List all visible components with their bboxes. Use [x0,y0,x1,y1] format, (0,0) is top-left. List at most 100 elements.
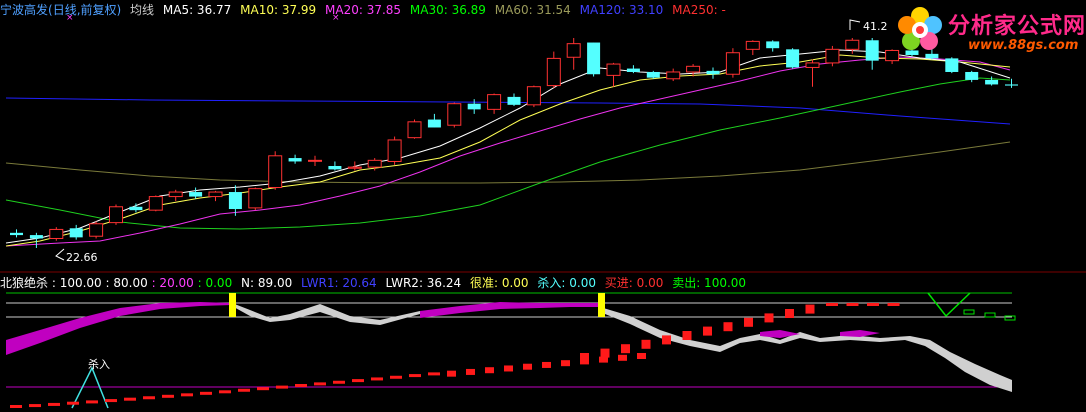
low-price-label: 22.66 [66,251,98,264]
trend-step [542,361,551,368]
kline-chart[interactable] [0,0,1086,412]
legend-marker: × [332,13,340,23]
candle-up[interactable] [606,63,621,76]
logo-url: www.88gs.com [968,38,1079,53]
sharu-value: 杀入: 0.00 [537,276,596,290]
ma20-line [5,56,1011,247]
trend-step [846,303,859,306]
candle-down[interactable] [646,71,660,78]
candle-down[interactable] [189,192,203,197]
trend-step [805,304,815,314]
candle-up[interactable] [407,121,422,139]
signal-bar [229,293,236,317]
level-100: : 100.00 [51,276,102,290]
indicator-panel [6,292,1016,409]
candle-up[interactable] [666,71,681,80]
candle-up[interactable] [487,94,502,110]
trend-step [219,390,231,394]
trend-step [86,400,98,404]
candle-up[interactable] [148,196,163,211]
candle-down[interactable] [766,41,780,49]
candle-down[interactable] [467,103,481,110]
ma5-line [5,49,1011,244]
candle-down[interactable] [587,42,601,75]
candle-down[interactable] [865,40,879,61]
trend-step [637,353,646,359]
trend-step [67,401,79,405]
candle-up[interactable] [825,48,840,64]
exit-steps [963,309,1016,321]
candle-down[interactable] [228,192,242,210]
candle-up[interactable] [725,52,740,75]
signal-bar [598,293,605,317]
candle-up[interactable] [805,62,820,68]
candle-up[interactable] [367,159,382,168]
candle-up[interactable] [268,155,283,189]
indicator-name: 均线 [130,3,155,17]
candle-up[interactable] [387,139,402,162]
candle-up[interactable] [546,57,561,87]
trend-steps [10,303,900,408]
candle-up[interactable] [526,86,541,106]
trend-step [124,397,136,401]
candle-up[interactable] [347,166,362,169]
candle-up[interactable] [109,206,123,224]
candle-down[interactable] [786,49,800,68]
candle-down[interactable] [10,232,23,236]
trend-step [276,385,288,389]
ma10-label: MA10: 37.99 [240,3,317,17]
candle-down[interactable] [129,206,143,211]
trend-step [523,363,532,370]
ma60-label: MA60: 31.54 [494,3,571,17]
candle-down[interactable] [706,70,720,75]
candle-up[interactable] [686,65,701,73]
trend-step [409,374,421,378]
candle-down[interactable] [507,96,521,105]
candle-down[interactable] [288,158,302,162]
candle-up[interactable] [845,39,860,50]
lwr-ribbon-gray-1 [232,303,420,325]
lwr1-value: LWR1: 20.64 [301,276,377,290]
ma120-label: MA120: 33.10 [579,3,664,17]
level-20: : 20.00 [151,276,194,290]
candle-down[interactable] [965,71,979,80]
lwr-ribbon-magenta-1 [6,302,232,355]
candle-down[interactable] [626,68,640,72]
logo-text: 分析家公式网 [948,14,1086,39]
lwr-ribbon-gray-2 [600,307,1012,392]
trend-step [105,399,117,403]
candle-up[interactable] [745,40,760,50]
candle-down[interactable] [29,235,43,239]
candle-up[interactable] [89,223,104,237]
trend-step [561,360,570,367]
candle-up[interactable] [248,188,263,209]
candle-down[interactable] [427,119,441,128]
exit-step [963,309,975,315]
candle-down[interactable] [985,79,999,85]
candle-up[interactable] [168,191,183,198]
candle-up[interactable] [566,43,581,58]
candle-up[interactable] [208,191,223,198]
moving-average-lines [5,49,1011,247]
trend-step [826,303,838,306]
candle-down[interactable] [69,228,83,238]
trend-step [162,394,174,398]
lwr2-value: LWR2: 36.24 [385,276,462,290]
trend-step [48,402,60,406]
candle-up[interactable] [308,159,322,162]
indicator-title[interactable]: 北狼绝杀 [0,276,48,290]
stock-name[interactable]: 宁波高发 [0,3,48,17]
candle-down[interactable] [945,58,959,72]
candle-up[interactable] [447,103,462,126]
candle-down[interactable] [1005,84,1018,86]
high-price-label: 41.2 [863,20,888,33]
candle-up[interactable] [49,228,64,239]
trend-step [10,405,22,408]
candle-down[interactable] [328,165,342,170]
trend-step [764,313,774,323]
level-80: : 80.00 [105,276,148,290]
trend-step [143,396,155,400]
trend-step [485,367,494,374]
trend-step [618,354,627,361]
trend-step [314,382,326,386]
